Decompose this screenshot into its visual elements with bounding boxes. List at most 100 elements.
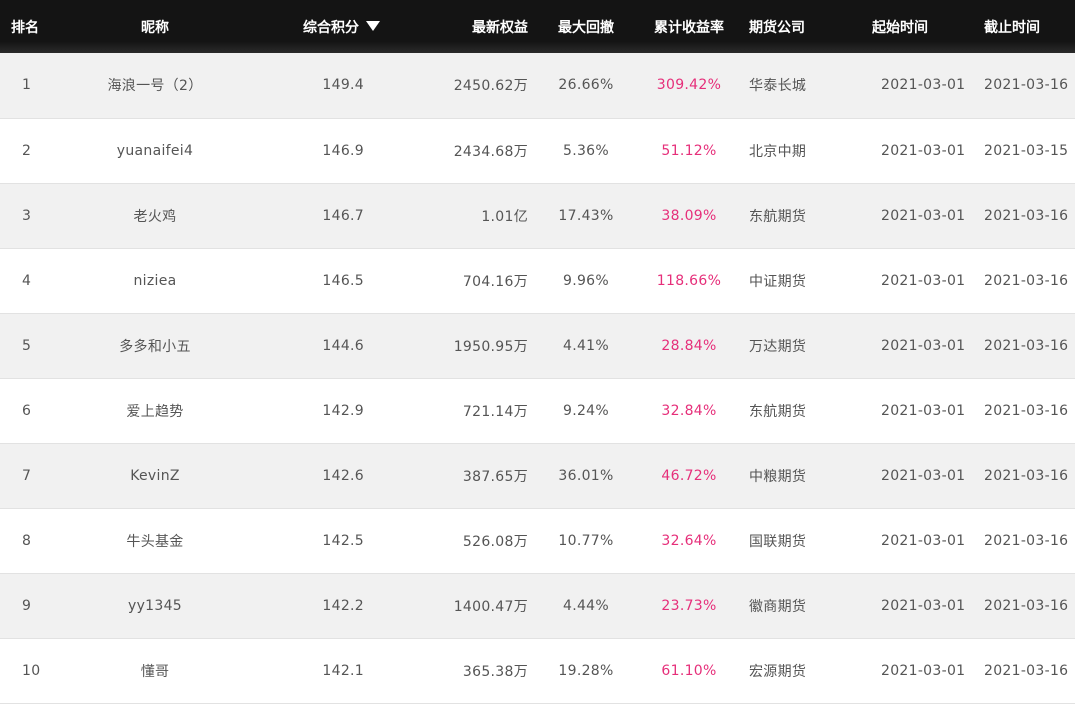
cell-rank: 6	[22, 402, 32, 419]
table-row: 8 牛头基金 142.5 526.08万 10.77% 32.64% 国联期货 2021-03…	[0, 508, 1075, 573]
cell-return: 28.84%	[661, 337, 717, 354]
header-end-time: 截止时间	[984, 19, 1040, 36]
cell-start-time: 2021-03-01	[881, 77, 966, 94]
cell-drawdown: 4.44%	[563, 597, 609, 614]
cell-start-time: 2021-03-01	[881, 142, 966, 159]
table-row: 6 爱上趋势 142.9 721.14万 9.24% 32.84% 东航期货 2021-03-…	[0, 378, 1075, 443]
cell-start-time: 2021-03-01	[881, 532, 966, 549]
cell-company: 东航期货	[749, 403, 807, 420]
cell-drawdown: 5.36%	[563, 142, 609, 159]
cell-score: 144.6	[322, 337, 364, 354]
table-row: 2 yuanaifei4 146.9 2434.68万 5.36% 51.12% 北京中期 2…	[0, 118, 1075, 183]
cell-score: 146.7	[322, 207, 364, 224]
cell-drawdown: 19.28%	[558, 662, 614, 679]
cell-return: 51.12%	[661, 142, 717, 159]
cell-return: 23.73%	[661, 597, 717, 614]
cell-return: 38.09%	[661, 207, 717, 224]
cell-score: 146.9	[322, 142, 364, 159]
cell-company: 北京中期	[749, 143, 807, 160]
cell-rank: 2	[22, 142, 32, 159]
cell-drawdown: 9.96%	[563, 272, 609, 289]
cell-nickname: 多多和小五	[119, 338, 191, 355]
sort-desc-icon[interactable]	[366, 20, 380, 31]
cell-start-time: 2021-03-01	[881, 337, 966, 354]
cell-equity: 1950.95万	[453, 338, 528, 355]
cell-end-time: 2021-03-16	[984, 402, 1069, 419]
header-score[interactable]: 综合积分	[242, 0, 444, 53]
cell-company: 万达期货	[749, 338, 807, 355]
cell-end-time: 2021-03-15	[984, 142, 1069, 159]
table-row: 9 yy1345 142.2 1400.47万 4.44% 23.73% 徽商期货 2021-…	[0, 573, 1075, 638]
cell-start-time: 2021-03-01	[881, 402, 966, 419]
header-row: 排名 昵称 综合积分 最新权益 最大回撤 累计收益率 期货公司 起始时间 截止时…	[0, 0, 1075, 53]
cell-equity: 2450.62万	[453, 78, 528, 95]
table-row: 7 KevinZ 142.6 387.65万 36.01% 46.72% 中粮期货 2021-…	[0, 443, 1075, 508]
cell-equity: 1400.47万	[453, 598, 528, 615]
cell-score: 149.4	[322, 77, 364, 94]
ranking-table: 排名 昵称 综合积分 最新权益 最大回撤 累计收益率 期货公司 起始时间 截止时…	[0, 0, 1075, 704]
cell-rank: 4	[22, 272, 32, 289]
cell-equity: 387.65万	[462, 468, 528, 485]
header-return: 累计收益率	[654, 19, 724, 36]
cell-nickname: niziea	[133, 272, 177, 289]
cell-nickname: yy1345	[128, 597, 182, 614]
cell-drawdown: 17.43%	[558, 207, 614, 224]
cell-end-time: 2021-03-16	[984, 662, 1069, 679]
cell-end-time: 2021-03-16	[984, 532, 1069, 549]
header-drawdown: 最大回撤	[558, 19, 614, 36]
cell-rank: 9	[22, 597, 32, 614]
cell-nickname: yuanaifei4	[116, 142, 194, 159]
cell-company: 国联期货	[749, 533, 807, 550]
header-equity: 最新权益	[472, 19, 528, 36]
cell-start-time: 2021-03-01	[881, 207, 966, 224]
cell-return: 61.10%	[661, 662, 717, 679]
cell-nickname: 爱上趋势	[126, 403, 184, 420]
cell-company: 宏源期货	[749, 663, 807, 680]
cell-equity: 526.08万	[462, 533, 528, 550]
cell-drawdown: 4.41%	[563, 337, 609, 354]
table-row: 10 懂哥 142.1 365.38万 19.28% 61.10% 宏源期货 2021-03-…	[0, 638, 1075, 703]
cell-drawdown: 36.01%	[558, 467, 614, 484]
cell-equity: 2434.68万	[453, 143, 528, 160]
cell-end-time: 2021-03-16	[984, 597, 1069, 614]
cell-equity: 365.38万	[462, 663, 528, 680]
cell-score: 146.5	[322, 272, 364, 289]
cell-score: 142.6	[322, 467, 364, 484]
cell-equity: 1.01亿	[481, 208, 528, 225]
cell-company: 徽商期货	[749, 598, 807, 615]
cell-return: 46.72%	[661, 467, 717, 484]
header-nickname: 昵称	[141, 19, 169, 36]
cell-return: 118.66%	[656, 272, 722, 289]
cell-end-time: 2021-03-16	[984, 337, 1069, 354]
cell-company: 中证期货	[749, 273, 807, 290]
cell-nickname: 懂哥	[140, 663, 170, 680]
table-row: 3 老火鸡 146.7 1.01亿 17.43% 38.09% 东航期货 2021-03-01…	[0, 183, 1075, 248]
cell-start-time: 2021-03-01	[881, 272, 966, 289]
cell-end-time: 2021-03-16	[984, 467, 1069, 484]
cell-score: 142.9	[322, 402, 364, 419]
table-body: 1 海浪一号（2） 149.4 2450.62万 26.66% 309.42% 华泰长城 20…	[0, 53, 1075, 703]
cell-nickname: 海浪一号（2）	[107, 78, 203, 95]
cell-rank: 7	[22, 467, 32, 484]
cell-nickname: 牛头基金	[126, 533, 184, 550]
cell-drawdown: 26.66%	[558, 77, 614, 94]
header-company: 期货公司	[749, 19, 805, 36]
cell-start-time: 2021-03-01	[881, 597, 966, 614]
cell-end-time: 2021-03-16	[984, 272, 1069, 289]
cell-rank: 8	[22, 532, 32, 549]
header-start-time: 起始时间	[872, 19, 928, 36]
table-row: 4 niziea 146.5 704.16万 9.96% 118.66% 中证期货 2021-…	[0, 248, 1075, 313]
cell-return: 32.64%	[661, 532, 717, 549]
cell-score: 142.5	[322, 532, 364, 549]
table-row: 5 多多和小五 144.6 1950.95万 4.41% 28.84% 万达期货 2021-0…	[0, 313, 1075, 378]
cell-rank: 1	[22, 77, 32, 94]
cell-drawdown: 9.24%	[563, 402, 609, 419]
cell-nickname: 老火鸡	[133, 208, 177, 225]
table-header: 排名 昵称 综合积分 最新权益 最大回撤 累计收益率 期货公司 起始时间 截止时…	[0, 0, 1075, 53]
cell-score: 142.1	[322, 662, 364, 679]
cell-equity: 721.14万	[462, 403, 528, 420]
cell-end-time: 2021-03-16	[984, 207, 1069, 224]
cell-return: 32.84%	[661, 402, 717, 419]
cell-score: 142.2	[322, 597, 364, 614]
cell-company: 中粮期货	[749, 468, 807, 485]
